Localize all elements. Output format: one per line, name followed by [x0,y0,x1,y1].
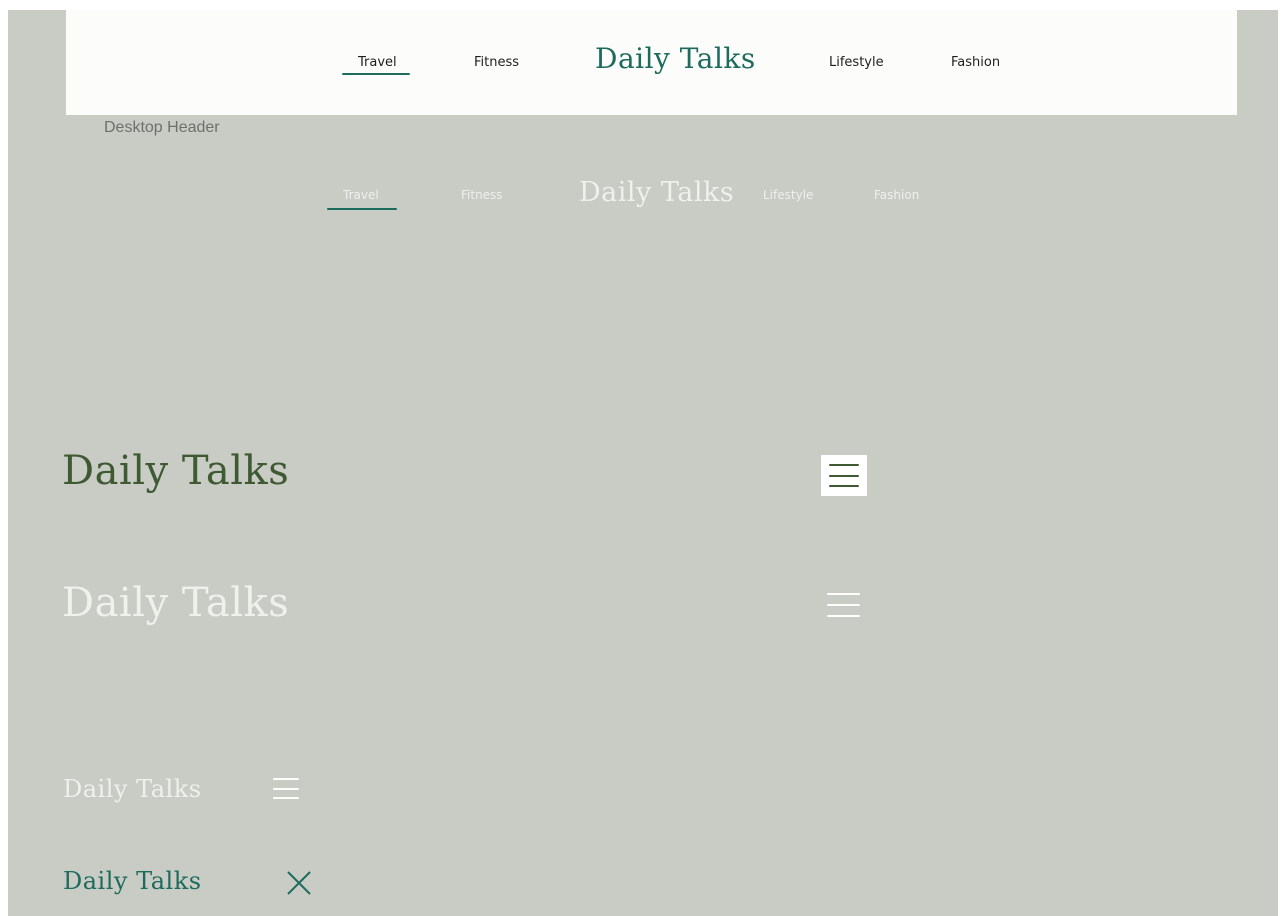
hamburger-icon[interactable] [827,593,860,617]
brand-logo[interactable]: Daily Talks [62,448,289,494]
desktop-header: Travel Fitness Daily Talks Lifestyle Fas… [66,10,1237,115]
nav-link-fashion[interactable]: Fashion [951,55,1000,70]
active-nav-underline [342,73,410,75]
nav-link-lifestyle[interactable]: Lifestyle [763,188,813,202]
active-nav-underline [327,208,397,210]
nav-link-fitness[interactable]: Fitness [474,55,519,70]
frame-label: Desktop Header [104,119,220,136]
nav-link-lifestyle[interactable]: Lifestyle [829,55,884,70]
nav-link-fashion[interactable]: Fashion [874,188,919,202]
canvas-edge-top [0,0,1283,10]
brand-logo[interactable]: Daily Talks [579,177,734,208]
hamburger-icon[interactable] [273,778,299,799]
brand-logo[interactable]: Daily Talks [63,867,202,895]
menu-button[interactable] [821,455,867,496]
hamburger-icon [829,464,859,487]
brand-logo[interactable]: Daily Talks [62,580,289,626]
close-icon[interactable] [285,869,313,897]
nav-link-travel[interactable]: Travel [343,188,379,202]
nav-link-travel[interactable]: Travel [358,55,397,70]
brand-logo[interactable]: Daily Talks [595,42,756,75]
brand-logo[interactable]: Daily Talks [63,775,202,803]
nav-link-fitness[interactable]: Fitness [461,188,503,202]
canvas-edge-left [0,0,8,916]
canvas-edge-right [1278,0,1283,916]
